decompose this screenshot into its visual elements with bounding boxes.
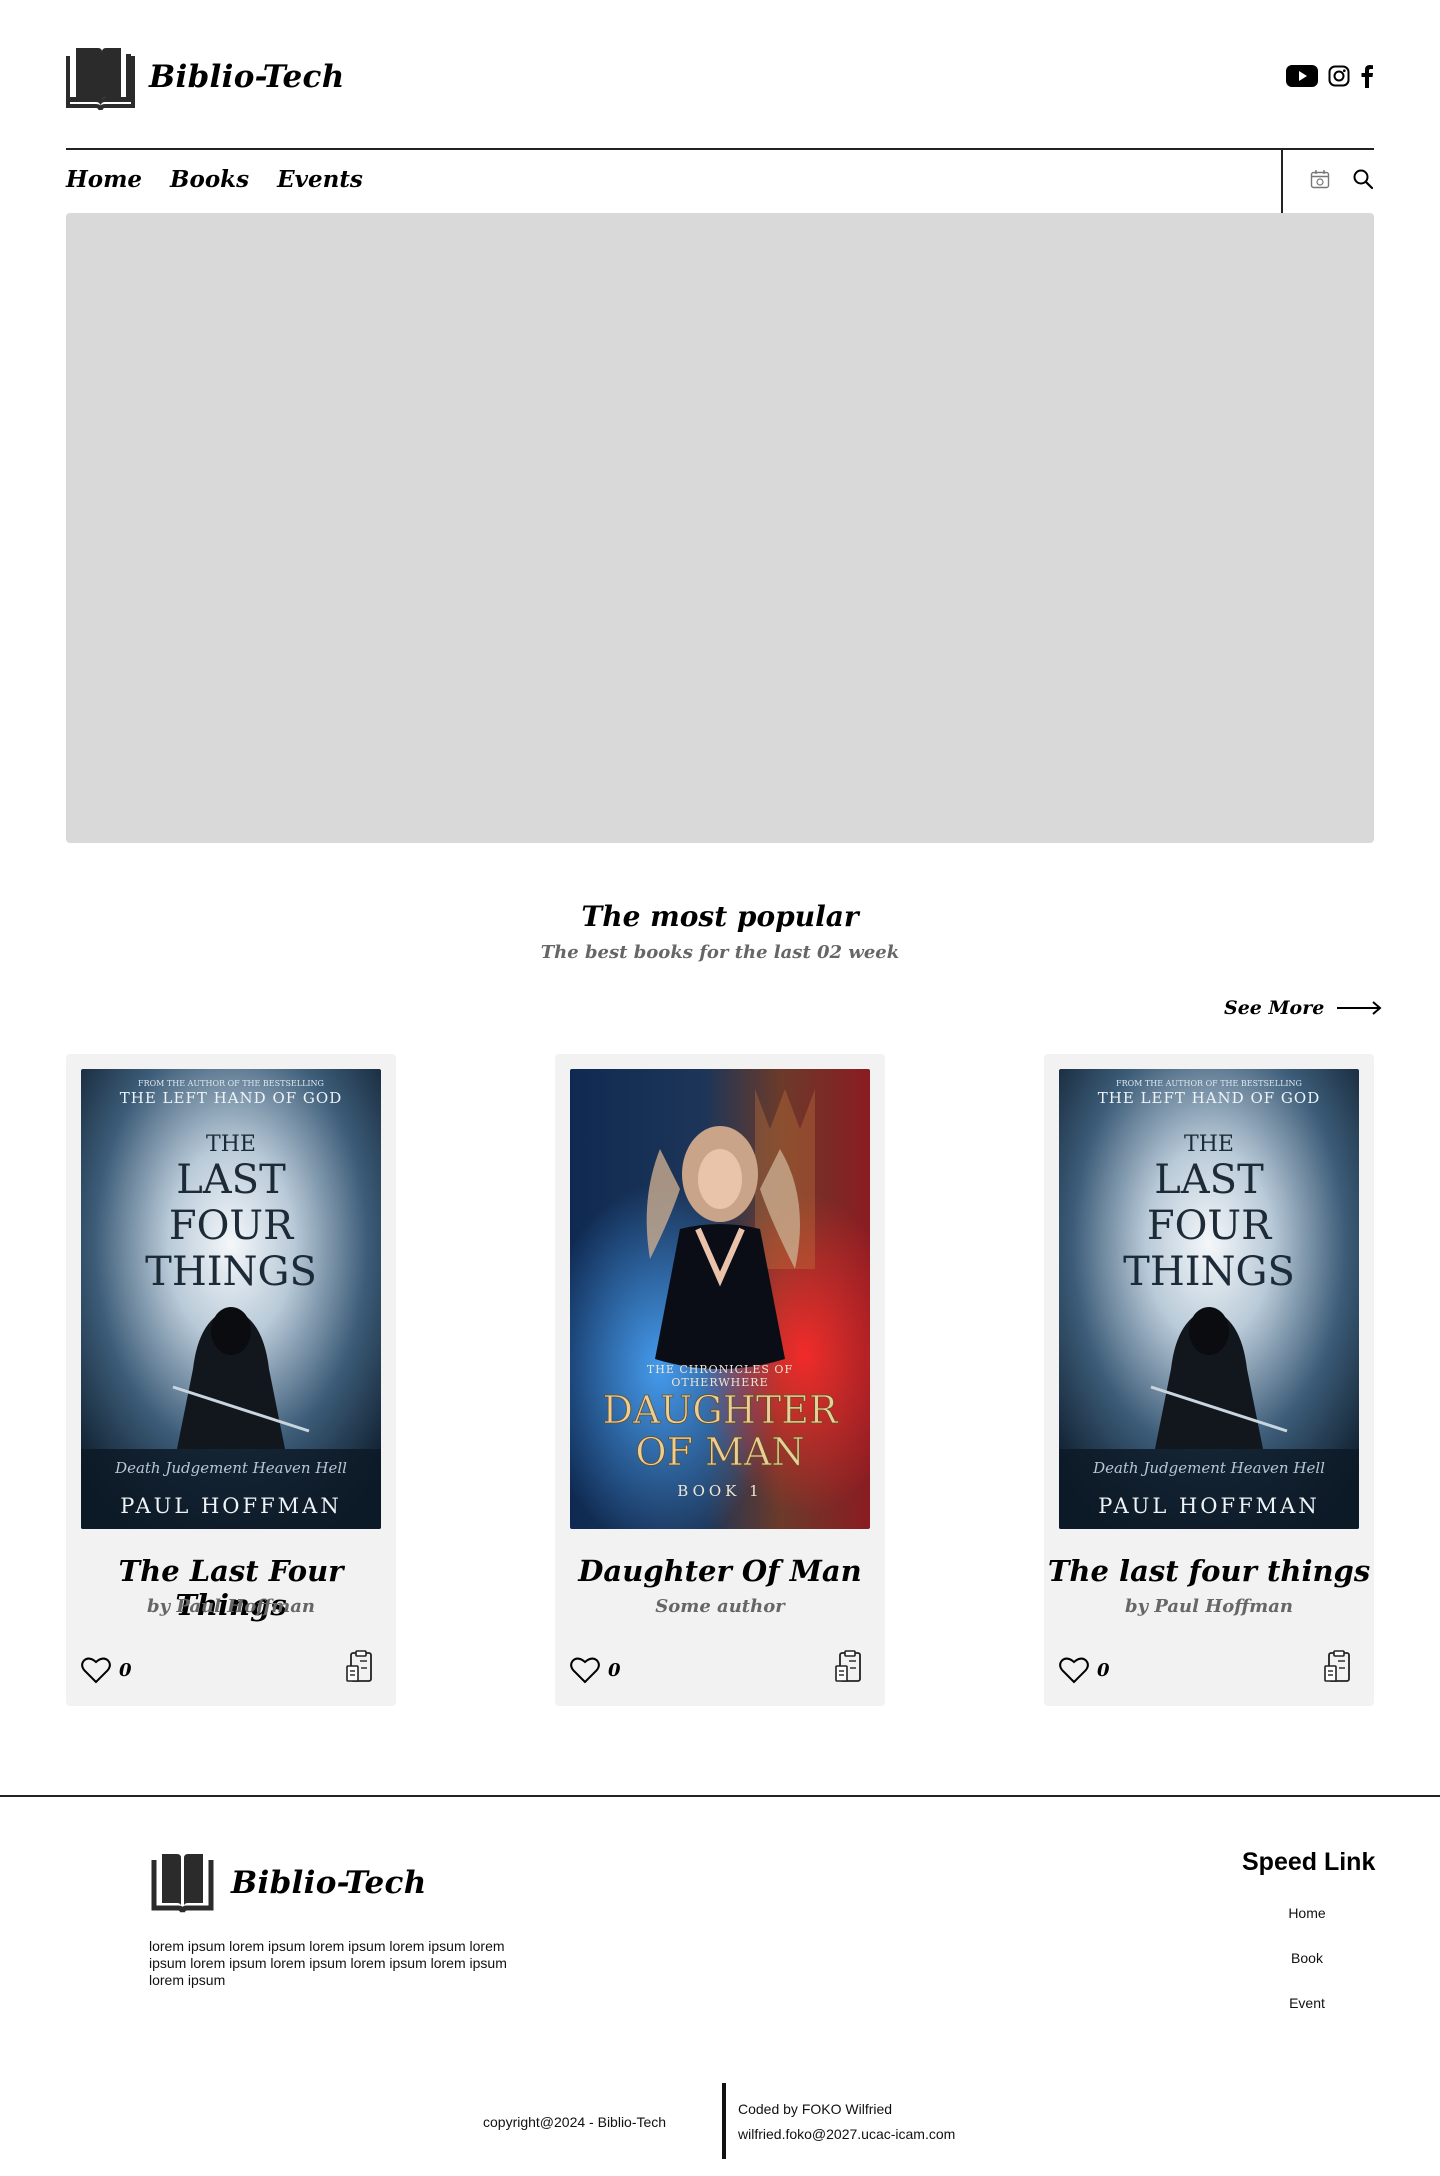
cover-top-small: FROM THE AUTHOR OF THE BESTSELLING [1116, 1079, 1302, 1088]
nav-links: Home Books Events [66, 166, 363, 193]
cover-top: THE LEFT HAND OF GOD [1098, 1089, 1321, 1107]
reserve-book-icon[interactable] [346, 1650, 376, 1689]
nav-link-home[interactable]: Home [66, 166, 142, 193]
footer-link-book[interactable]: Book [1242, 1950, 1372, 1995]
cover-line3: THINGS [145, 1249, 317, 1295]
nav-divider [1281, 150, 1283, 214]
like-control[interactable]: 0 [81, 1656, 132, 1684]
book-card[interactable]: THE CHRONICLES OF OTHERWHERE DAUGHTER OF… [555, 1054, 885, 1706]
nav-link-books[interactable]: Books [170, 166, 249, 193]
footer-divider [722, 2083, 726, 2159]
book-author: Some author [655, 1596, 785, 1617]
cover-the: THE [1184, 1132, 1234, 1157]
like-count: 0 [1097, 1659, 1110, 1681]
footer-top-border [0, 1795, 1440, 1797]
speed-link-list: Home Book Event [1242, 1905, 1372, 2040]
cover-line2: FOUR [169, 1203, 295, 1249]
footer-brand-logo[interactable]: Biblio-Tech [148, 1850, 427, 1916]
facebook-icon[interactable] [1360, 64, 1374, 88]
heart-icon[interactable] [81, 1656, 111, 1684]
book-author: by Paul Hoffman [147, 1596, 315, 1617]
cover-line3: THINGS [1123, 1249, 1295, 1295]
coded-by-text: Coded by FOKO Wilfried [738, 2101, 893, 2117]
cover-top-small: FROM THE AUTHOR OF THE BESTSELLING [138, 1079, 324, 1088]
cover-author: PAUL HOFFMAN [1098, 1494, 1319, 1518]
cover-the: THE [206, 1132, 256, 1157]
footer-brand-name: Biblio-Tech [231, 1865, 427, 1901]
book-title[interactable]: The last four things [1044, 1554, 1374, 1588]
nav-tools [1310, 168, 1374, 195]
copyright-text: copyright@2024 - Biblio-Tech [483, 2114, 667, 2130]
section-title: The most popular [581, 900, 859, 933]
hero-banner-placeholder [66, 213, 1374, 843]
book-cover[interactable]: FROM THE AUTHOR OF THE BESTSELLING THE L… [1059, 1069, 1359, 1529]
book-title[interactable]: Daughter Of Man [555, 1554, 885, 1588]
main-nav: Home Books Events [66, 150, 1374, 214]
reserve-book-icon[interactable] [1324, 1650, 1354, 1689]
cover-author: PAUL HOFFMAN [120, 1494, 341, 1518]
contact-email[interactable]: wilfried.foko@2027.ucac-icam.com [738, 2122, 955, 2147]
book-card[interactable]: FROM THE AUTHOR OF THE BESTSELLING THE L… [1044, 1054, 1374, 1706]
cover-line2: FOUR [1147, 1203, 1273, 1249]
brand-name: Biblio-Tech [149, 59, 345, 95]
cover-tagline: Death Judgement Heaven Hell [114, 1459, 347, 1477]
open-book-icon [151, 1854, 214, 1913]
see-more-link[interactable]: See More [1224, 997, 1382, 1019]
book-author: by Paul Hoffman [1125, 1596, 1293, 1617]
cover-tagline: Death Judgement Heaven Hell [1092, 1459, 1325, 1477]
cover-line1: DAUGHTER [602, 1388, 839, 1432]
cover-line1: LAST [1154, 1157, 1264, 1203]
site-header: Biblio-Tech [66, 44, 1374, 110]
social-links [1286, 64, 1374, 88]
cover-line2: OF MAN [635, 1430, 804, 1474]
calendar-icon[interactable] [1310, 169, 1330, 194]
cover-top: THE LEFT HAND OF GOD [120, 1089, 343, 1107]
cover-book-number: BOOK 1 [677, 1482, 762, 1500]
speed-link-title: Speed Link [1242, 1848, 1376, 1876]
book-cover[interactable]: THE CHRONICLES OF OTHERWHERE DAUGHTER OF… [570, 1069, 870, 1529]
footer-description: lorem ipsum lorem ipsum lorem ipsum lore… [149, 1938, 507, 1988]
see-more-label: See More [1224, 997, 1325, 1019]
heart-icon[interactable] [570, 1656, 600, 1684]
arrow-right-icon [1337, 1001, 1382, 1015]
book-card[interactable]: FROM THE AUTHOR OF THE BESTSELLING THE L… [66, 1054, 396, 1706]
search-icon[interactable] [1352, 168, 1374, 195]
like-count: 0 [608, 1659, 621, 1681]
heart-icon[interactable] [1059, 1656, 1089, 1684]
cover-line1: LAST [176, 1157, 286, 1203]
open-book-icon [66, 48, 135, 110]
footer-link-event[interactable]: Event [1242, 1995, 1372, 2040]
book-cover[interactable]: FROM THE AUTHOR OF THE BESTSELLING THE L… [81, 1069, 381, 1529]
footer-link-home[interactable]: Home [1242, 1905, 1372, 1950]
section-subtitle: The best books for the last 02 week [540, 942, 900, 963]
credits: Coded by FOKO Wilfried wilfried.foko@202… [738, 2097, 955, 2147]
like-control[interactable]: 0 [1059, 1656, 1110, 1684]
reserve-book-icon[interactable] [835, 1650, 865, 1689]
instagram-icon[interactable] [1328, 65, 1350, 87]
cover-series-1: THE CHRONICLES OF [647, 1363, 793, 1376]
like-count: 0 [119, 1659, 132, 1681]
nav-link-events[interactable]: Events [277, 166, 363, 193]
youtube-icon[interactable] [1286, 65, 1318, 87]
brand-logo[interactable]: Biblio-Tech [66, 44, 345, 110]
like-control[interactable]: 0 [570, 1656, 621, 1684]
